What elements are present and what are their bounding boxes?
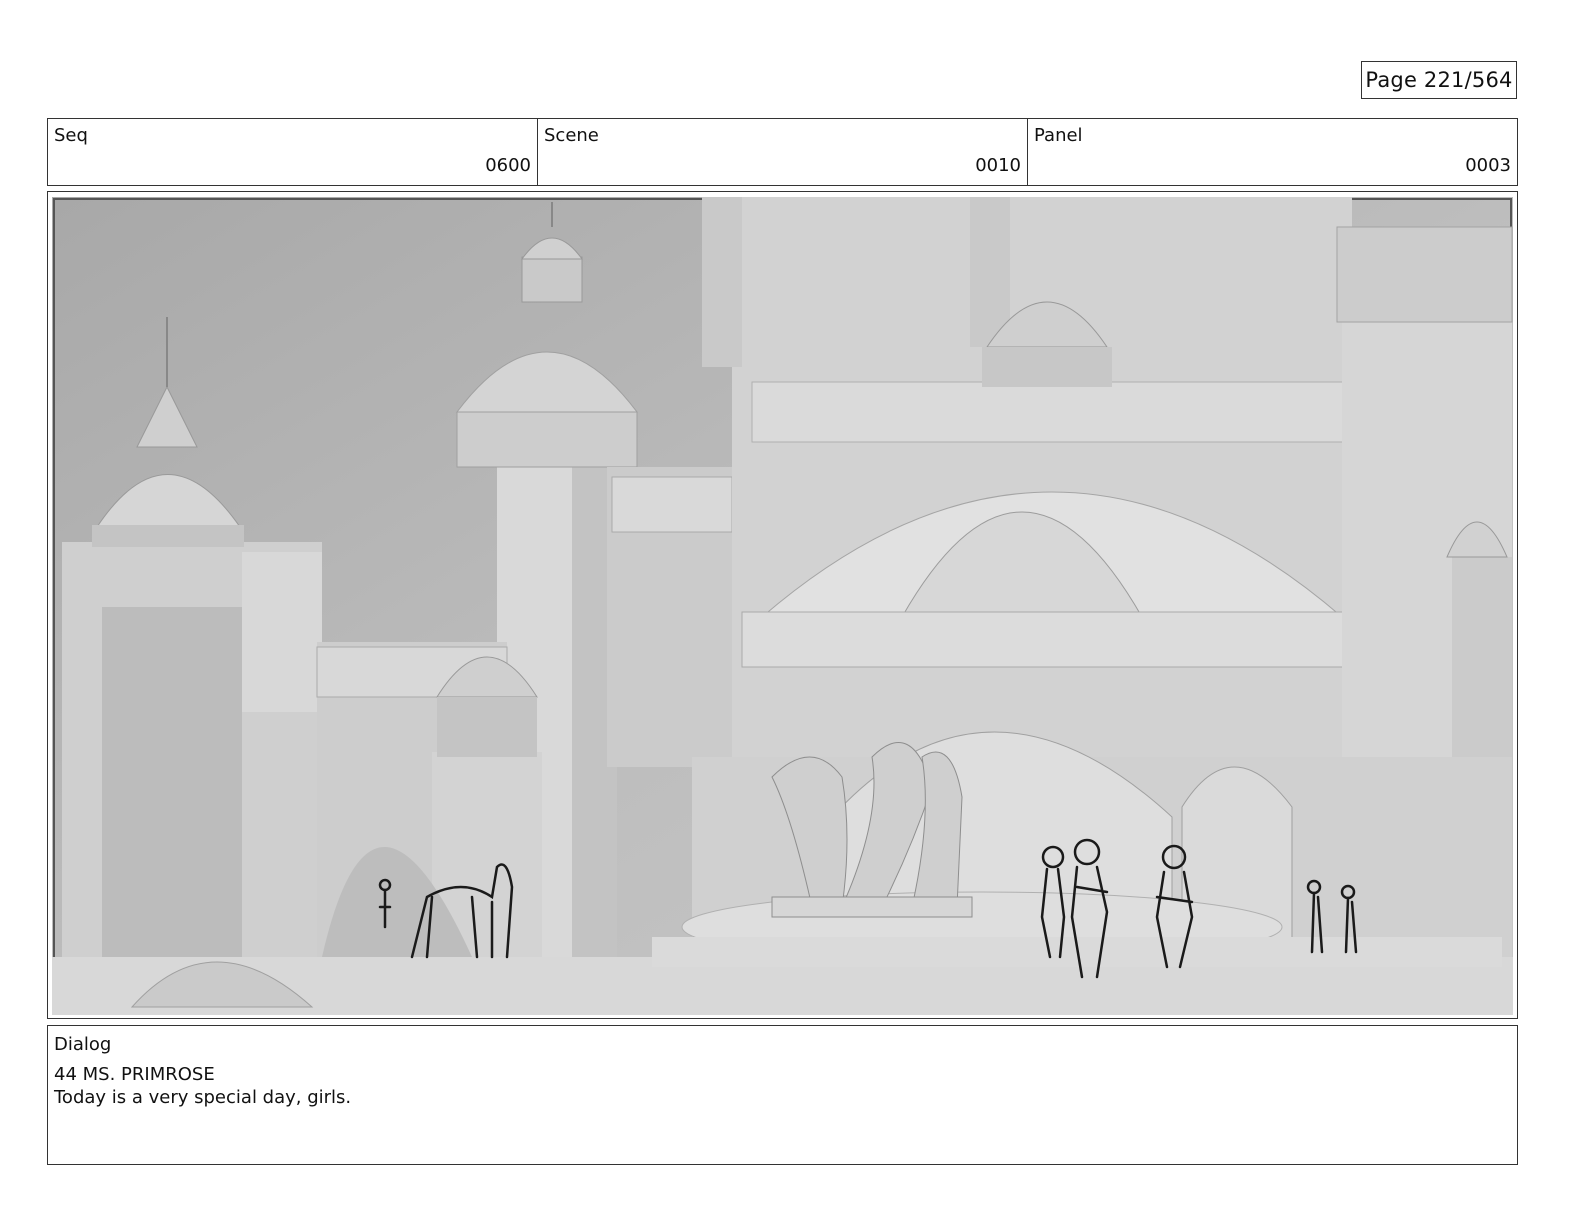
storyboard-image: [52, 197, 1513, 1015]
scene-label: Scene: [544, 125, 599, 146]
dialog-label: Dialog: [54, 1034, 112, 1055]
seq-value: 0600: [485, 155, 531, 176]
dialog-speaker: 44 MS. PRIMROSE: [54, 1064, 215, 1085]
dialog-line: Today is a very special day, girls.: [54, 1087, 352, 1108]
panel-label: Panel: [1034, 125, 1083, 146]
storyboard-panel-frame: [47, 191, 1518, 1019]
central-palace: [702, 197, 1363, 757]
scene-cell: Scene 0010: [538, 119, 1028, 185]
seq-label: Seq: [54, 125, 88, 146]
seq-cell: Seq 0600: [48, 119, 538, 185]
panel-info-header: Seq 0600 Scene 0010 Panel 0003: [47, 118, 1518, 186]
page-number: Page 221/564: [1361, 61, 1517, 99]
scene-value: 0010: [975, 155, 1021, 176]
panel-cell: Panel 0003: [1028, 119, 1517, 185]
dialog-box: Dialog 44 MS. PRIMROSE Today is a very s…: [47, 1025, 1518, 1165]
panel-value: 0003: [1465, 155, 1511, 176]
